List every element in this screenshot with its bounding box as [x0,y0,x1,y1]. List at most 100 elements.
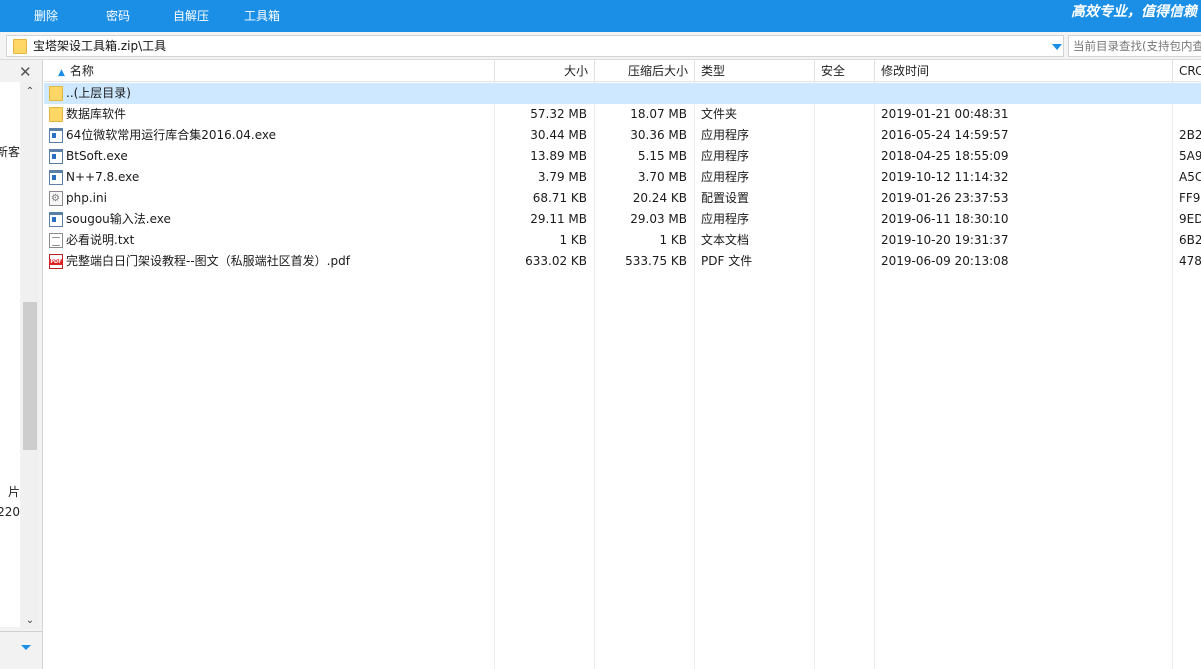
cell-security [821,188,875,209]
cell-crc: FF9 [1179,191,1201,205]
cell-size: 57.32 MB [530,107,587,121]
cell-security [821,251,875,272]
close-icon[interactable]: ✕ [19,64,32,80]
chevron-down-icon[interactable] [21,645,31,650]
chevron-down-icon[interactable] [1052,44,1062,50]
cell-packed-size: 5.15 MB [637,149,687,163]
cell-crc: 9ED [1179,212,1201,226]
self-extract-button[interactable]: 自解压 [171,0,211,32]
cell-packed-size: 1 KB [659,233,687,247]
table-row[interactable]: N++7.8.exe 3.79 MB 3.70 MB 应用程序 2019-10-12 1… [44,167,1201,188]
table-row[interactable]: sougou输入法.exe 29.11 MB 29.03 MB 应用程序 2019-06… [44,209,1201,230]
cell-size: 633.02 KB [525,254,587,268]
cell-crc: 6B2 [1179,233,1201,247]
scroll-up-icon[interactable]: ⌃ [21,84,39,100]
cell-modified: 2018-04-25 18:55:09 [881,149,1009,163]
tree-item-text[interactable]: 最新客 [0,144,20,160]
settings-file-icon [49,191,63,206]
table-row[interactable]: PDF 完整端白日门架设教程--图文（私服端社区首发）.pdf 633.02 KB 5… [44,251,1201,272]
file-name: php.ini [66,191,107,205]
cell-security [821,104,875,125]
cell-type: 文本文档 [701,233,750,247]
cell-name: sougou输入法.exe [44,209,494,230]
cell-modified: 2019-06-09 20:13:08 [881,254,1009,268]
password-button[interactable]: 密码 [104,0,132,32]
cell-type: 文件夹 [701,107,738,121]
folder-icon [49,107,63,122]
cell-type: 应用程序 [701,212,750,226]
table-row[interactable]: 数据库软件 57.32 MB 18.07 MB 文件夹 2019-01-21 00:48… [44,104,1201,125]
cell-packed-size: 18.07 MB [630,107,687,121]
tree-item-text[interactable]: 1220 [0,504,20,520]
column-security[interactable]: 安全 [815,60,875,82]
cell-size: 30.44 MB [530,128,587,142]
cell-modified [881,83,1173,104]
file-name: ..(上层目录) [66,86,131,100]
cell-crc: 2B2 [1179,128,1201,142]
cell-name: ..(上层目录) [44,83,494,104]
address-bar: 宝塔架设工具箱.zip\工具 [0,32,1201,60]
tree-scrollbar[interactable]: ⌃ ⌄ [21,82,39,629]
table-row[interactable]: php.ini 68.71 KB 20.24 KB 配置设置 2019-01-26 23… [44,188,1201,209]
folder-icon [49,86,63,101]
column-crc[interactable]: CRC [1173,60,1201,82]
file-name: BtSoft.exe [66,149,128,163]
scrollbar-thumb[interactable] [23,302,37,450]
exe-icon [49,170,63,185]
table-row[interactable]: ..(上层目录) [44,83,1201,104]
scroll-down-icon[interactable]: ⌄ [21,613,39,629]
cell-security [821,230,875,251]
cell-security [821,209,875,230]
exe-icon [49,149,63,164]
tree-item-text[interactable]: 片 [8,484,20,500]
left-pane-footer [0,631,42,661]
path-field[interactable]: 宝塔架设工具箱.zip\工具 [6,35,1064,57]
cell-modified: 2019-01-21 00:48:31 [881,107,1009,121]
table-row[interactable]: BtSoft.exe 13.89 MB 5.15 MB 应用程序 2018-04-25 … [44,146,1201,167]
column-packed-size[interactable]: 压缩后大小 [595,60,695,82]
cell-type: PDF 文件 [701,254,753,268]
table-row[interactable]: 必看说明.txt 1 KB 1 KB 文本文档 2019-10-20 19:31:37 6… [44,230,1201,251]
cell-modified: 2019-10-12 11:14:32 [881,170,1009,184]
file-name: 必看说明.txt [66,233,135,247]
cell-crc: 5A9 [1179,149,1201,163]
pdf-icon: PDF [49,254,63,269]
cell-size: 29.11 MB [530,212,587,226]
cell-crc [1179,104,1201,125]
cell-size: 68.71 KB [532,191,587,205]
cell-size: 3.79 MB [537,170,587,184]
cell-packed-size: 20.24 KB [632,191,687,205]
cell-type: 应用程序 [701,128,750,142]
search-input[interactable] [1069,36,1201,56]
sort-up-icon: ▲ [58,68,65,78]
cell-name: 必看说明.txt [44,230,494,251]
left-pane: ✕ 最新客 片 1220 ⌃ ⌄ [0,60,43,669]
delete-button[interactable]: 删除 [32,0,60,32]
file-list: ▲ 名称 大小 压缩后大小 类型 安全 修改时间 CRC ..(上层目录) 数据库软… [44,60,1201,669]
column-header: ▲ 名称 大小 压缩后大小 类型 安全 修改时间 CRC [44,60,1201,82]
cell-name: php.ini [44,188,494,209]
cell-name: 64位微软常用运行库合集2016.04.exe [44,125,494,146]
cell-crc: 478 [1179,254,1201,268]
column-name[interactable]: ▲ 名称 [44,60,495,82]
cell-packed-size [595,83,695,104]
exe-icon [49,128,63,143]
exe-icon [49,212,63,227]
file-name: sougou输入法.exe [66,212,171,226]
cell-name: PDF 完整端白日门架设教程--图文（私服端社区首发）.pdf [44,251,494,272]
cell-name: 数据库软件 [44,104,494,125]
table-row[interactable]: 64位微软常用运行库合集2016.04.exe 30.44 MB 30.36 MB 应… [44,125,1201,146]
file-name: 数据库软件 [66,107,127,121]
cell-crc: A5C [1179,170,1201,184]
toolbox-button[interactable]: 工具箱 [242,0,282,32]
slogan-text: 高效专业，值得信赖 [1071,4,1197,20]
column-modified[interactable]: 修改时间 [875,60,1173,82]
cell-security [821,146,875,167]
file-name: 完整端白日门架设教程--图文（私服端社区首发）.pdf [66,254,350,268]
cell-packed-size: 533.75 KB [625,254,687,268]
cell-modified: 2019-10-20 19:31:37 [881,233,1009,247]
column-size[interactable]: 大小 [495,60,595,82]
cell-size [495,83,595,104]
column-type[interactable]: 类型 [695,60,815,82]
search-box[interactable] [1068,35,1201,57]
